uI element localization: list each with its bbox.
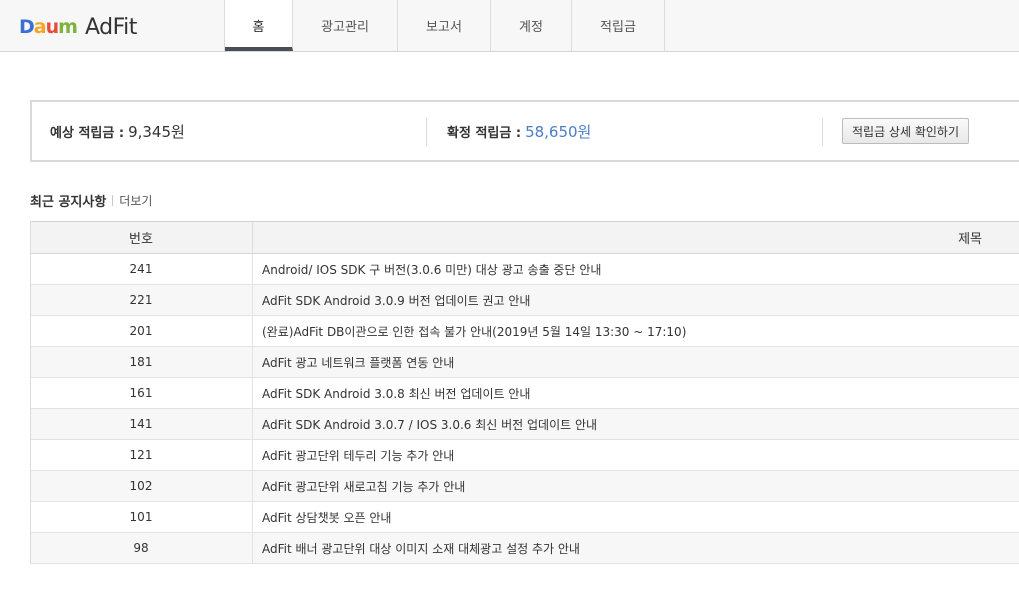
confirmed-earnings-value: 58,650원 bbox=[525, 122, 592, 141]
top-header: Daum AdFit 홈 광고관리 보고서 계정 적립금 bbox=[0, 0, 1019, 52]
notice-number: 102 bbox=[30, 471, 253, 501]
tab-0[interactable]: 홈 bbox=[225, 0, 293, 51]
tab-4[interactable]: 적립금 bbox=[572, 0, 665, 51]
table-left-border bbox=[30, 221, 31, 563]
table-row[interactable]: 201 (완료)AdFit DB이관으로 인한 접속 불가 안내(2019년 5월… bbox=[30, 316, 1019, 347]
notice-header: 최근 공지사항 더보기 bbox=[30, 191, 152, 210]
confirmed-earnings-label: 확정 적립금 : bbox=[447, 125, 522, 141]
logo-letter: m bbox=[58, 16, 78, 38]
daum-logo: Daum bbox=[19, 16, 78, 38]
notice-number: 121 bbox=[30, 440, 253, 470]
expected-earnings-value: 9,345원 bbox=[128, 122, 185, 141]
logo-letter: D bbox=[19, 16, 35, 38]
table-row[interactable]: 101 AdFit 상담챗봇 오픈 안내 bbox=[30, 502, 1019, 533]
earnings-detail-button[interactable]: 적립금 상세 확인하기 bbox=[842, 118, 969, 144]
notice-title-link[interactable]: AdFit SDK Android 3.0.8 최신 버전 업데이트 안내 bbox=[253, 378, 1019, 408]
column-header-title: 제목 bbox=[958, 232, 982, 247]
logo[interactable]: Daum AdFit bbox=[19, 12, 137, 42]
confirmed-earnings: 확정 적립금 : 58,650원 bbox=[447, 102, 591, 160]
notice-title-link[interactable]: AdFit 배너 광고단위 대상 이미지 소재 대체광고 설정 추가 안내 bbox=[253, 533, 1019, 563]
notice-title: 최근 공지사항 bbox=[30, 195, 107, 210]
notice-number: 101 bbox=[30, 502, 253, 532]
expected-earnings-label: 예상 적립금 : bbox=[50, 125, 125, 141]
notice-number: 98 bbox=[30, 533, 253, 563]
tab-2[interactable]: 보고서 bbox=[398, 0, 491, 51]
adfit-logo-text: AdFit bbox=[84, 14, 137, 40]
notice-separator bbox=[112, 195, 114, 206]
notice-title-link[interactable]: AdFit 광고단위 새로고침 기능 추가 안내 bbox=[253, 471, 1019, 501]
summary-divider bbox=[426, 118, 427, 146]
logo-letter: a bbox=[33, 16, 47, 38]
tab-3[interactable]: 계정 bbox=[491, 0, 572, 51]
notice-title-link[interactable]: AdFit 광고 네트워크 플랫폼 연동 안내 bbox=[253, 347, 1019, 377]
logo-letter: u bbox=[45, 16, 59, 38]
tab-1[interactable]: 광고관리 bbox=[293, 0, 398, 51]
notice-table: 번호 제목 241 Android/ IOS SDK 구 버전(3.0.6 미만)… bbox=[30, 221, 1019, 564]
notice-title-link[interactable]: AdFit 상담챗봇 오픈 안내 bbox=[253, 502, 1019, 532]
table-row[interactable]: 241 Android/ IOS SDK 구 버전(3.0.6 미만) 대상 광고… bbox=[30, 254, 1019, 285]
notice-number: 161 bbox=[30, 378, 253, 408]
notice-number: 141 bbox=[30, 409, 253, 439]
summary-divider bbox=[822, 118, 823, 146]
column-header-number: 번호 bbox=[30, 222, 253, 253]
notice-title-link[interactable]: Android/ IOS SDK 구 버전(3.0.6 미만) 대상 광고 송출… bbox=[253, 254, 1019, 284]
notice-title-link[interactable]: AdFit SDK Android 3.0.9 버전 업데이트 권고 안내 bbox=[253, 285, 1019, 315]
notice-number: 181 bbox=[30, 347, 253, 377]
table-row[interactable]: 102 AdFit 광고단위 새로고침 기능 추가 안내 bbox=[30, 471, 1019, 502]
notice-title-link[interactable]: AdFit 광고단위 테두리 기능 추가 안내 bbox=[253, 440, 1019, 470]
table-header: 번호 제목 bbox=[30, 222, 1019, 254]
notice-more-link[interactable]: 더보기 bbox=[119, 192, 152, 209]
table-row[interactable]: 221 AdFit SDK Android 3.0.9 버전 업데이트 권고 안내 bbox=[30, 285, 1019, 316]
earnings-summary: 예상 적립금 : 9,345원 확정 적립금 : 58,650원 적립금 상세 … bbox=[30, 100, 1019, 162]
notice-number: 241 bbox=[30, 254, 253, 284]
table-row[interactable]: 98 AdFit 배너 광고단위 대상 이미지 소재 대체광고 설정 추가 안내 bbox=[30, 533, 1019, 564]
expected-earnings: 예상 적립금 : 9,345원 bbox=[50, 102, 185, 160]
table-row[interactable]: 121 AdFit 광고단위 테두리 기능 추가 안내 bbox=[30, 440, 1019, 471]
notice-number: 201 bbox=[30, 316, 253, 346]
notice-title-link[interactable]: AdFit SDK Android 3.0.7 / IOS 3.0.6 최신 버… bbox=[253, 409, 1019, 439]
table-row[interactable]: 161 AdFit SDK Android 3.0.8 최신 버전 업데이트 안내 bbox=[30, 378, 1019, 409]
notice-number: 221 bbox=[30, 285, 253, 315]
notice-title-link[interactable]: (완료)AdFit DB이관으로 인한 접속 불가 안내(2019년 5월 14… bbox=[253, 316, 1019, 346]
table-body: 241 Android/ IOS SDK 구 버전(3.0.6 미만) 대상 광고… bbox=[30, 254, 1019, 564]
table-row[interactable]: 141 AdFit SDK Android 3.0.7 / IOS 3.0.6 최… bbox=[30, 409, 1019, 440]
table-row[interactable]: 181 AdFit 광고 네트워크 플랫폼 연동 안내 bbox=[30, 347, 1019, 378]
main-nav: 홈 광고관리 보고서 계정 적립금 bbox=[224, 0, 665, 51]
